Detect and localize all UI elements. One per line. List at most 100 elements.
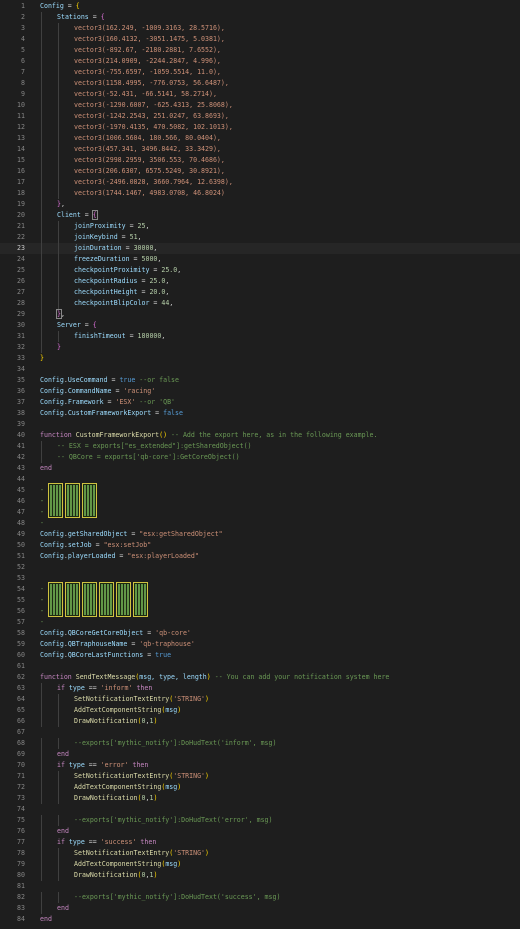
- code-line[interactable]: 3 vector3(162.249, -1009.3163, 28.5716),: [0, 23, 520, 34]
- code-line[interactable]: 57: [0, 617, 520, 628]
- code-line[interactable]: 82 --exports['mythic_notify']:DoHudText('…: [0, 892, 520, 903]
- indent-guide: [41, 45, 42, 56]
- code-line[interactable]: 14 vector3(457.341, 3496.8442, 33.3429),: [0, 144, 520, 155]
- code-line[interactable]: 63 if type == 'inform' then: [0, 683, 520, 694]
- indent-guide: [58, 188, 59, 199]
- code-line[interactable]: 76 end: [0, 826, 520, 837]
- code-line[interactable]: 31 finishTimeout = 180000,: [0, 331, 520, 342]
- code-token: ,: [145, 222, 150, 230]
- code-token: {: [75, 2, 80, 10]
- code-line[interactable]: 66 DrawNotification(0,1): [0, 716, 520, 727]
- code-line[interactable]: 80 DrawNotification(0,1): [0, 870, 520, 881]
- code-line[interactable]: 83 end: [0, 903, 520, 914]
- code-line[interactable]: 2 Stations = {: [0, 12, 520, 23]
- code-line[interactable]: 84 end: [0, 914, 520, 925]
- code-line[interactable]: 5 vector3(-892.67, -2180.2881, 7.6552),: [0, 45, 520, 56]
- code-line[interactable]: 43 end: [0, 463, 520, 474]
- code-line[interactable]: 37 Config.Framework = 'ESX' --or 'QB': [0, 397, 520, 408]
- code-line[interactable]: 10 vector3(-1290.6007, -625.4313, 25.8068…: [0, 100, 520, 111]
- indent-guide: [58, 276, 59, 287]
- code-line[interactable]: 71 SetNotificationTextEntry('STRING'): [0, 771, 520, 782]
- code-line[interactable]: 49 Config.getSharedObject = "esx:getShare…: [0, 529, 520, 540]
- code-line[interactable]: 16 vector3(206.6307, 6575.5249, 30.8921),: [0, 166, 520, 177]
- indent-guide: [58, 100, 59, 111]
- code-line[interactable]: 27 checkpointHeight = 20.0,: [0, 287, 520, 298]
- code-line[interactable]: 61: [0, 661, 520, 672]
- code-line[interactable]: 51 Config.playerLoaded = "esx:playerLoade…: [0, 551, 520, 562]
- code-line[interactable]: 50 Config.setJob = "esx:setJob": [0, 540, 520, 551]
- line-number: 9: [21, 90, 25, 98]
- code-line[interactable]: 24 freezeDuration = 5000,: [0, 254, 520, 265]
- code-line[interactable]: 1 Config = {: [0, 1, 520, 12]
- code-line[interactable]: 12 vector3(-1970.4135, 470.5082, 102.1013…: [0, 122, 520, 133]
- code-line[interactable]: 9 vector3(-52.431, -66.5141, 58.2714),: [0, 89, 520, 100]
- code-line[interactable]: 39: [0, 419, 520, 430]
- code-line[interactable]: 40 function CustomFrameworkExport() -- Ad…: [0, 430, 520, 441]
- code-token: ): [177, 860, 182, 868]
- indent-guide: [41, 56, 42, 67]
- code-token: DrawNotification: [74, 871, 138, 879]
- code-line[interactable]: 28 checkpointBlipColor = 44,: [0, 298, 520, 309]
- indent-guide: [41, 210, 42, 221]
- code-token: vector3(2998.2959, 3506.553, 70.4686),: [74, 156, 225, 164]
- code-line[interactable]: 8 vector3(1158.4995, -776.0753, 56.6487),: [0, 78, 520, 89]
- code-line[interactable]: 33}: [0, 353, 520, 364]
- code-line[interactable]: 70 if type == 'error' then: [0, 760, 520, 771]
- code-line[interactable]: 77 if type == 'success' then: [0, 837, 520, 848]
- code-token: --or 'QB': [135, 398, 176, 406]
- indent-guide: [41, 133, 42, 144]
- code-line[interactable]: 22 joinKeybind = 51,: [0, 232, 520, 243]
- code-line[interactable]: 67: [0, 727, 520, 738]
- code-line[interactable]: 32}: [0, 342, 520, 353]
- code-line[interactable]: 25 checkpointProximity = 25.0,: [0, 265, 520, 276]
- code-token: DrawNotification: [74, 794, 138, 802]
- code-line[interactable]: 30 Server = {: [0, 320, 520, 331]
- code-line[interactable]: 7 vector3(-755.6597, -1059.5514, 11.0),: [0, 67, 520, 78]
- code-text: checkpointRadius = 25.0,: [74, 276, 169, 287]
- code-line[interactable]: 75 --exports['mythic_notify']:DoHudText('…: [0, 815, 520, 826]
- code-line[interactable]: 52: [0, 562, 520, 573]
- code-line[interactable]: 21 joinProximity = 25,: [0, 221, 520, 232]
- code-line[interactable]: 34: [0, 364, 520, 375]
- code-text: }: [57, 342, 61, 353]
- code-line[interactable]: 23 joinDuration = 30000,: [0, 243, 520, 254]
- code-line[interactable]: 78 SetNotificationTextEntry('STRING'): [0, 848, 520, 859]
- code-line[interactable]: 15 vector3(2998.2959, 3506.553, 70.4686),: [0, 155, 520, 166]
- code-line[interactable]: 19},: [0, 199, 520, 210]
- code-line[interactable]: 64 SetNotificationTextEntry('STRING'): [0, 694, 520, 705]
- code-line[interactable]: 26 checkpointRadius = 25.0,: [0, 276, 520, 287]
- code-line[interactable]: 11 vector3(-1242.2543, 251.0247, 63.8693)…: [0, 111, 520, 122]
- code-line[interactable]: 69 end: [0, 749, 520, 760]
- code-line[interactable]: 17 vector3(-2496.0828, 3660.7964, 12.6398…: [0, 177, 520, 188]
- code-line[interactable]: 36 Config.CommandName = 'racing': [0, 386, 520, 397]
- code-line[interactable]: 48: [0, 518, 520, 529]
- code-line[interactable]: 13 vector3(1006.5604, 180.566, 80.0404),: [0, 133, 520, 144]
- code-line[interactable]: 59 Config.QBTraphouseName = 'qb-traphouse…: [0, 639, 520, 650]
- code-line[interactable]: 72 AddTextComponentString(msg): [0, 782, 520, 793]
- code-line[interactable]: 58 Config.QBCoreGetCoreObject = 'qb-core': [0, 628, 520, 639]
- code-line[interactable]: 68 --exports['mythic_notify']:DoHudText('…: [0, 738, 520, 749]
- code-line[interactable]: 41 -- ESX = exports["es_extended"]:getSha…: [0, 441, 520, 452]
- code-line[interactable]: 20 Client = {: [0, 210, 520, 221]
- code-line[interactable]: 29},: [0, 309, 520, 320]
- code-line[interactable]: 4 vector3(160.4132, -3051.1475, 5.0381),: [0, 34, 520, 45]
- code-line[interactable]: 65 AddTextComponentString(msg): [0, 705, 520, 716]
- code-line[interactable]: 6 vector3(214.0909, -2244.2847, 4.996),: [0, 56, 520, 67]
- code-line[interactable]: 35 Config.UseCommand = true --or false: [0, 375, 520, 386]
- code-line[interactable]: 73 DrawNotification(0,1): [0, 793, 520, 804]
- code-token: ,: [161, 332, 166, 340]
- code-line[interactable]: 18 vector3(1744.1467, 4983.0708, 46.8024): [0, 188, 520, 199]
- code-line[interactable]: 81: [0, 881, 520, 892]
- code-line[interactable]: 74: [0, 804, 520, 815]
- code-text: vector3(206.6307, 6575.5249, 30.8921),: [74, 166, 225, 177]
- indent-guide: [41, 12, 42, 23]
- code-token: 'ESX': [115, 398, 136, 406]
- code-line[interactable]: 38 Config.CustomFrameworkExport = false: [0, 408, 520, 419]
- line-number: 30: [17, 321, 25, 329]
- code-line[interactable]: 60 Config.QBCoreLastFunctions = true: [0, 650, 520, 661]
- code-editor[interactable]: 1 Config = {2 Stations = {3 vector3(162.249…: [0, 0, 520, 929]
- indent-guide: [58, 254, 59, 265]
- code-line[interactable]: 62 function SendTextMessage(msg, type, le…: [0, 672, 520, 683]
- code-line[interactable]: 42 -- QBCore = exports['qb-core']:GetCore…: [0, 452, 520, 463]
- code-line[interactable]: 79 AddTextComponentString(msg): [0, 859, 520, 870]
